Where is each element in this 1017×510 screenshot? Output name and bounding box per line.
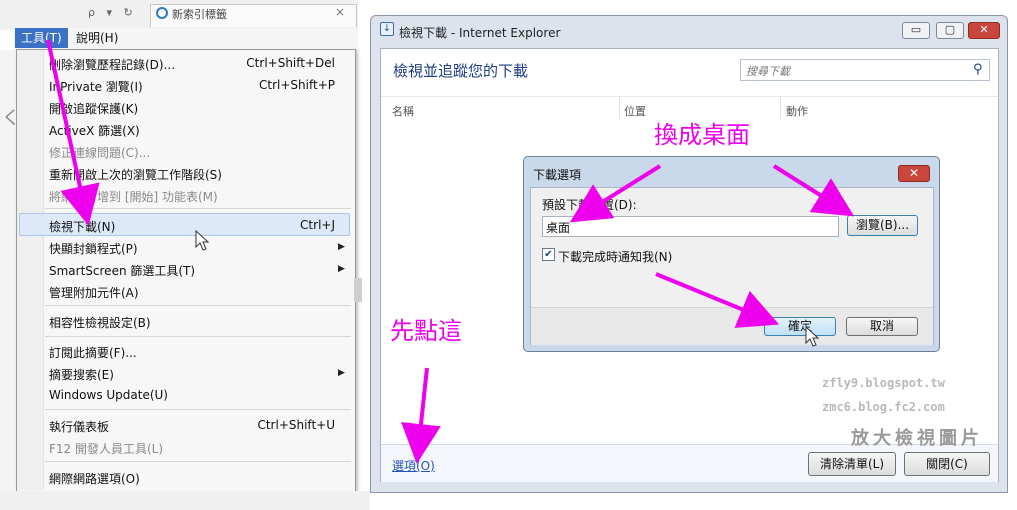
menu-separator (45, 461, 351, 462)
search-icon[interactable]: ⚲ (973, 62, 983, 77)
dialog-close-button[interactable]: ✕ (898, 165, 930, 182)
menu-icon-gutter (17, 50, 44, 490)
options-link[interactable]: 選項(O) (392, 457, 435, 474)
column-divider (619, 97, 620, 119)
annotation-change-to-desktop: 換成桌面 (654, 121, 750, 149)
default-location-label: 預設下載位置(D): (542, 198, 637, 212)
menu-item-f12-tools: F12 開發人員工具(L) (49, 442, 164, 456)
column-header-name[interactable]: 名稱 (392, 103, 414, 119)
menu-item-internet-options[interactable]: 網際網路選項(O) (49, 470, 140, 487)
tab-close-icon[interactable]: × (335, 5, 345, 19)
menu-separator (45, 336, 351, 337)
download-window-icon: ↓ (380, 22, 394, 36)
menu-help[interactable]: 說明(H) (70, 28, 124, 48)
address-bar-buttons[interactable]: ρ ▾ ↻ (88, 6, 137, 19)
menu-shortcut: Ctrl+Shift+U (257, 418, 335, 432)
menu-item-view-downloads[interactable]: 檢視下載(N) (49, 218, 115, 235)
ie-logo-icon (156, 7, 168, 19)
ok-button[interactable]: 確定 (764, 317, 836, 336)
search-placeholder: 搜尋下載 (746, 65, 790, 78)
scrollbar-thumb[interactable] (354, 278, 362, 302)
menu-separator (45, 208, 351, 209)
menu-item-compatibility-view[interactable]: 相容性檢視設定(B) (49, 314, 151, 331)
submenu-arrow-icon: ▶ (338, 264, 345, 274)
window-close-button[interactable]: ✕ (968, 22, 1000, 39)
menu-item-windows-update[interactable]: Windows Update(U) (49, 388, 168, 402)
menu-item-reopen-session[interactable]: 重新開啟上次的瀏覽工作階段(S) (49, 166, 222, 183)
menu-separator (45, 409, 351, 410)
browse-button[interactable]: 瀏覽(B)... (847, 215, 918, 236)
minimize-button[interactable]: ▭ (902, 22, 930, 39)
close-button[interactable]: 關閉(C) (904, 452, 990, 476)
notify-checkbox-label[interactable]: 下載完成時通知我(N) (558, 248, 672, 265)
submenu-arrow-icon: ▶ (338, 368, 345, 378)
window-title: 檢視下載 - Internet Explorer (399, 26, 561, 40)
clear-list-button[interactable]: 清除清單(L) (808, 452, 896, 476)
menu-tools[interactable]: 工具(T) (15, 28, 68, 48)
page-bottom-strip (0, 491, 370, 510)
menu-item-manage-addons[interactable]: 管理附加元件(A) (49, 284, 139, 301)
download-location-value: 桌面 (546, 221, 571, 235)
tab-title: 新索引標籤 (172, 8, 227, 21)
menu-item-tracking-protection[interactable]: 開啟追蹤保護(K) (49, 100, 138, 117)
menu-item-inprivate[interactable]: InPrivate 瀏覽(I) (49, 78, 143, 95)
menu-item-delete-history[interactable]: 刪除瀏覽歷程記錄(D)... (49, 56, 175, 73)
column-header-action[interactable]: 動作 (786, 103, 808, 119)
dialog-title: 下載選項 (533, 168, 582, 182)
notify-checkbox[interactable]: ✔ (542, 248, 555, 261)
submenu-arrow-icon: ▶ (338, 242, 345, 252)
menu-item-fix-connection: 修正連線問題(C)... (49, 146, 151, 160)
menu-item-dashboard[interactable]: 執行儀表板 (49, 418, 109, 435)
download-location-field[interactable] (542, 216, 839, 237)
menu-shortcut: Ctrl+Shift+Del (246, 56, 335, 70)
menu-separator (45, 305, 351, 306)
menu-item-popup-blocker[interactable]: 快顯封鎖程式(P) (49, 240, 138, 257)
menu-item-activex-filter[interactable]: ActiveX 篩選(X) (49, 122, 140, 139)
menu-item-subscribe-feed[interactable]: 訂閱此摘要(F)... (49, 344, 137, 361)
menu-shortcut: Ctrl+J (300, 218, 335, 232)
annotation-click-here-first: 先點這 (390, 317, 462, 345)
watermark-line-1: zfly9.blogspot.tw (822, 376, 945, 390)
menu-item-feed-discovery[interactable]: 摘要搜索(E) (49, 366, 114, 383)
cancel-button[interactable]: 取消 (846, 317, 918, 336)
column-divider (780, 97, 781, 119)
watermark-zoom-label[interactable]: 放大檢視圖片 (851, 424, 983, 450)
column-header-location[interactable]: 位置 (624, 103, 646, 119)
menu-item-smartscreen[interactable]: SmartScreen 篩選工具(T) (49, 262, 195, 279)
column-header-border (381, 96, 998, 97)
menu-shortcut: Ctrl+Shift+P (259, 78, 335, 92)
page-title: 檢視並追蹤您的下載 (393, 62, 529, 80)
watermark-line-2: zmc6.blog.fc2.com (822, 400, 945, 414)
menu-item-add-to-start: 將網站新增到 [開始] 功能表(M) (49, 190, 218, 204)
maximize-button[interactable]: ▢ (936, 22, 964, 39)
